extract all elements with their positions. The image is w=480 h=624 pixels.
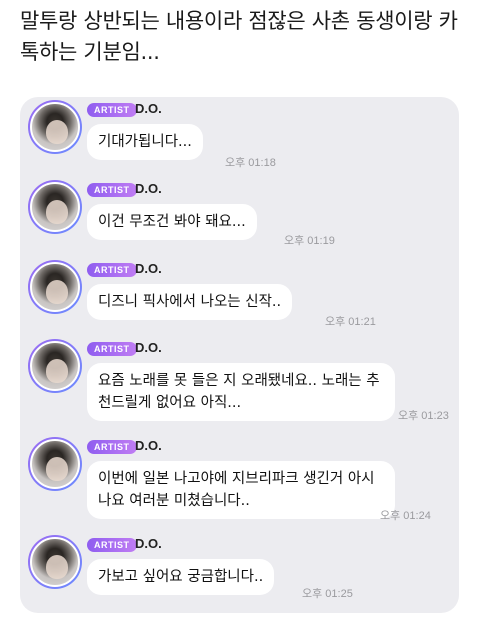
message-bubble[interactable]: 이번에 일본 나고야에 지브리파크 생긴거 아시나요 여러분 미쳤습니다..	[87, 461, 395, 519]
sender-name: D.O.	[135, 181, 162, 196]
message-time: 오후 01:18	[225, 157, 276, 169]
artist-badge: ARTIST	[87, 342, 137, 356]
avatar[interactable]	[28, 339, 82, 393]
sender-name: D.O.	[135, 536, 162, 551]
sender-name: D.O.	[135, 261, 162, 276]
avatar[interactable]	[28, 437, 82, 491]
message-time: 오후 01:19	[284, 235, 335, 247]
message-bubble[interactable]: 요즘 노래를 못 들은 지 오래됐네요.. 노래는 추천드릴게 없어요 아직..…	[87, 363, 395, 421]
artist-badge: ARTIST	[87, 263, 137, 277]
message-bubble[interactable]: 가보고 싶어요 궁금합니다..	[87, 559, 275, 595]
message-time: 오후 01:21	[325, 316, 376, 328]
avatar[interactable]	[28, 180, 82, 234]
avatar[interactable]	[28, 535, 82, 589]
avatar[interactable]	[28, 260, 82, 314]
message-bubble[interactable]: 이건 무조건 봐야 돼요...	[87, 204, 257, 240]
post-caption: 말투랑 상반되는 내용이라 점잖은 사촌 동생이랑 카톡하는 기분임...	[20, 9, 458, 64]
artist-badge: ARTIST	[87, 183, 137, 197]
sender-name: D.O.	[135, 438, 162, 453]
message-bubble[interactable]: 기대가됩니다...	[87, 124, 203, 160]
artist-badge: ARTIST	[87, 103, 137, 117]
avatar[interactable]	[28, 100, 82, 154]
message-time: 오후 01:24	[380, 510, 431, 522]
chat-screenshot-panel: ARTIST D.O. 기대가됩니다... 오후 01:18 ARTIST D.…	[20, 97, 459, 613]
artist-badge: ARTIST	[87, 538, 137, 552]
message-time: 오후 01:23	[398, 410, 449, 422]
message-bubble[interactable]: 디즈니 픽사에서 나오는 신작..	[87, 284, 293, 320]
sender-name: D.O.	[135, 340, 162, 355]
artist-badge: ARTIST	[87, 440, 137, 454]
sender-name: D.O.	[135, 101, 162, 116]
message-time: 오후 01:25	[302, 588, 353, 600]
